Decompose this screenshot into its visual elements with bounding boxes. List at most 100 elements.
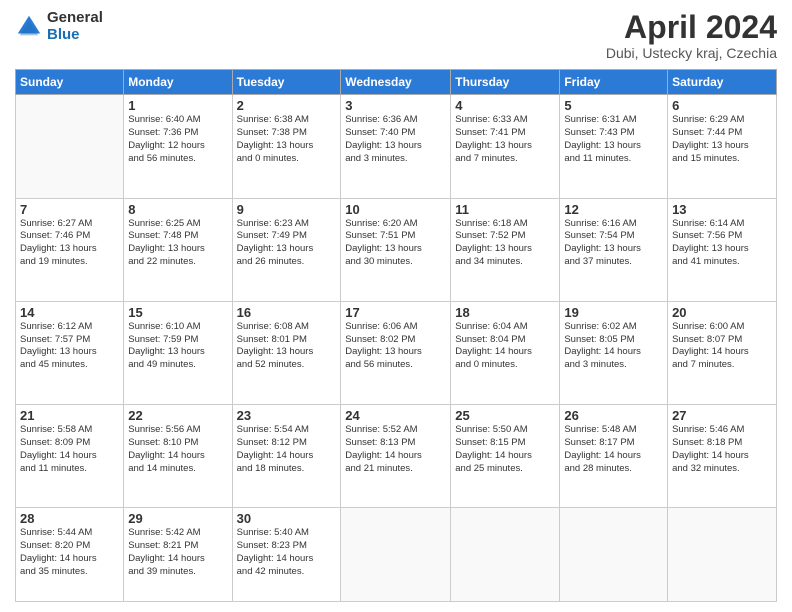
day-info: Sunrise: 5:54 AM Sunset: 8:12 PM Dayligh… <box>237 424 337 475</box>
calendar-cell: 5Sunrise: 6:31 AM Sunset: 7:43 PM Daylig… <box>560 95 668 198</box>
day-info: Sunrise: 6:23 AM Sunset: 7:49 PM Dayligh… <box>237 218 337 269</box>
day-info: Sunrise: 5:42 AM Sunset: 8:21 PM Dayligh… <box>128 527 227 578</box>
day-number: 10 <box>345 202 446 217</box>
day-number: 16 <box>237 305 337 320</box>
day-number: 4 <box>455 98 555 113</box>
day-number: 29 <box>128 511 227 526</box>
calendar-cell: 27Sunrise: 5:46 AM Sunset: 8:18 PM Dayli… <box>668 405 777 508</box>
day-number: 5 <box>564 98 663 113</box>
calendar-cell: 1Sunrise: 6:40 AM Sunset: 7:36 PM Daylig… <box>124 95 232 198</box>
calendar-cell: 6Sunrise: 6:29 AM Sunset: 7:44 PM Daylig… <box>668 95 777 198</box>
calendar-cell <box>16 95 124 198</box>
calendar-cell: 29Sunrise: 5:42 AM Sunset: 8:21 PM Dayli… <box>124 508 232 602</box>
day-number: 20 <box>672 305 772 320</box>
day-info: Sunrise: 6:04 AM Sunset: 8:04 PM Dayligh… <box>455 321 555 372</box>
logo-blue-text: Blue <box>47 27 103 44</box>
day-info: Sunrise: 6:14 AM Sunset: 7:56 PM Dayligh… <box>672 218 772 269</box>
calendar-cell: 4Sunrise: 6:33 AM Sunset: 7:41 PM Daylig… <box>451 95 560 198</box>
day-number: 19 <box>564 305 663 320</box>
calendar-cell: 2Sunrise: 6:38 AM Sunset: 7:38 PM Daylig… <box>232 95 341 198</box>
page: General Blue April 2024 Dubi, Ustecky kr… <box>0 0 792 612</box>
day-info: Sunrise: 5:48 AM Sunset: 8:17 PM Dayligh… <box>564 424 663 475</box>
header: General Blue April 2024 Dubi, Ustecky kr… <box>15 10 777 61</box>
weekday-header: Tuesday <box>232 70 341 95</box>
calendar-cell: 7Sunrise: 6:27 AM Sunset: 7:46 PM Daylig… <box>16 198 124 301</box>
day-number: 22 <box>128 408 227 423</box>
calendar-week-row: 28Sunrise: 5:44 AM Sunset: 8:20 PM Dayli… <box>16 508 777 602</box>
logo-text: General Blue <box>47 10 103 43</box>
day-info: Sunrise: 5:58 AM Sunset: 8:09 PM Dayligh… <box>20 424 119 475</box>
day-info: Sunrise: 6:10 AM Sunset: 7:59 PM Dayligh… <box>128 321 227 372</box>
day-number: 13 <box>672 202 772 217</box>
calendar-cell: 17Sunrise: 6:06 AM Sunset: 8:02 PM Dayli… <box>341 301 451 404</box>
calendar-cell: 9Sunrise: 6:23 AM Sunset: 7:49 PM Daylig… <box>232 198 341 301</box>
day-info: Sunrise: 6:12 AM Sunset: 7:57 PM Dayligh… <box>20 321 119 372</box>
calendar-cell: 11Sunrise: 6:18 AM Sunset: 7:52 PM Dayli… <box>451 198 560 301</box>
day-number: 15 <box>128 305 227 320</box>
day-info: Sunrise: 5:44 AM Sunset: 8:20 PM Dayligh… <box>20 527 119 578</box>
month-title: April 2024 <box>606 10 777 45</box>
day-info: Sunrise: 6:25 AM Sunset: 7:48 PM Dayligh… <box>128 218 227 269</box>
day-number: 11 <box>455 202 555 217</box>
location-subtitle: Dubi, Ustecky kraj, Czechia <box>606 45 777 61</box>
day-number: 7 <box>20 202 119 217</box>
day-number: 26 <box>564 408 663 423</box>
day-info: Sunrise: 6:08 AM Sunset: 8:01 PM Dayligh… <box>237 321 337 372</box>
calendar-cell: 8Sunrise: 6:25 AM Sunset: 7:48 PM Daylig… <box>124 198 232 301</box>
weekday-header: Wednesday <box>341 70 451 95</box>
day-info: Sunrise: 5:50 AM Sunset: 8:15 PM Dayligh… <box>455 424 555 475</box>
calendar-cell: 18Sunrise: 6:04 AM Sunset: 8:04 PM Dayli… <box>451 301 560 404</box>
day-number: 23 <box>237 408 337 423</box>
day-number: 3 <box>345 98 446 113</box>
calendar-cell: 26Sunrise: 5:48 AM Sunset: 8:17 PM Dayli… <box>560 405 668 508</box>
logo-general-text: General <box>47 10 103 27</box>
calendar-cell: 13Sunrise: 6:14 AM Sunset: 7:56 PM Dayli… <box>668 198 777 301</box>
day-info: Sunrise: 6:38 AM Sunset: 7:38 PM Dayligh… <box>237 114 337 165</box>
calendar-cell: 3Sunrise: 6:36 AM Sunset: 7:40 PM Daylig… <box>341 95 451 198</box>
calendar-table: SundayMondayTuesdayWednesdayThursdayFrid… <box>15 69 777 602</box>
day-number: 28 <box>20 511 119 526</box>
day-number: 27 <box>672 408 772 423</box>
day-info: Sunrise: 6:36 AM Sunset: 7:40 PM Dayligh… <box>345 114 446 165</box>
calendar-cell <box>668 508 777 602</box>
day-number: 2 <box>237 98 337 113</box>
calendar-cell: 10Sunrise: 6:20 AM Sunset: 7:51 PM Dayli… <box>341 198 451 301</box>
day-number: 1 <box>128 98 227 113</box>
calendar-cell: 12Sunrise: 6:16 AM Sunset: 7:54 PM Dayli… <box>560 198 668 301</box>
day-info: Sunrise: 6:00 AM Sunset: 8:07 PM Dayligh… <box>672 321 772 372</box>
day-number: 24 <box>345 408 446 423</box>
weekday-header: Monday <box>124 70 232 95</box>
day-info: Sunrise: 6:18 AM Sunset: 7:52 PM Dayligh… <box>455 218 555 269</box>
calendar-cell: 23Sunrise: 5:54 AM Sunset: 8:12 PM Dayli… <box>232 405 341 508</box>
calendar-cell <box>451 508 560 602</box>
day-number: 9 <box>237 202 337 217</box>
calendar-week-row: 21Sunrise: 5:58 AM Sunset: 8:09 PM Dayli… <box>16 405 777 508</box>
day-info: Sunrise: 6:33 AM Sunset: 7:41 PM Dayligh… <box>455 114 555 165</box>
calendar-cell: 16Sunrise: 6:08 AM Sunset: 8:01 PM Dayli… <box>232 301 341 404</box>
calendar-cell: 19Sunrise: 6:02 AM Sunset: 8:05 PM Dayli… <box>560 301 668 404</box>
calendar-cell: 22Sunrise: 5:56 AM Sunset: 8:10 PM Dayli… <box>124 405 232 508</box>
day-number: 25 <box>455 408 555 423</box>
calendar-week-row: 1Sunrise: 6:40 AM Sunset: 7:36 PM Daylig… <box>16 95 777 198</box>
day-info: Sunrise: 5:46 AM Sunset: 8:18 PM Dayligh… <box>672 424 772 475</box>
calendar-cell: 24Sunrise: 5:52 AM Sunset: 8:13 PM Dayli… <box>341 405 451 508</box>
calendar-cell: 25Sunrise: 5:50 AM Sunset: 8:15 PM Dayli… <box>451 405 560 508</box>
day-number: 17 <box>345 305 446 320</box>
day-number: 21 <box>20 408 119 423</box>
calendar-cell: 28Sunrise: 5:44 AM Sunset: 8:20 PM Dayli… <box>16 508 124 602</box>
day-info: Sunrise: 6:27 AM Sunset: 7:46 PM Dayligh… <box>20 218 119 269</box>
day-number: 14 <box>20 305 119 320</box>
calendar-cell: 30Sunrise: 5:40 AM Sunset: 8:23 PM Dayli… <box>232 508 341 602</box>
weekday-header: Saturday <box>668 70 777 95</box>
calendar-cell: 14Sunrise: 6:12 AM Sunset: 7:57 PM Dayli… <box>16 301 124 404</box>
calendar-week-row: 7Sunrise: 6:27 AM Sunset: 7:46 PM Daylig… <box>16 198 777 301</box>
day-info: Sunrise: 6:31 AM Sunset: 7:43 PM Dayligh… <box>564 114 663 165</box>
title-block: April 2024 Dubi, Ustecky kraj, Czechia <box>606 10 777 61</box>
logo-icon <box>15 13 43 41</box>
day-number: 6 <box>672 98 772 113</box>
logo: General Blue <box>15 10 103 43</box>
calendar-cell <box>341 508 451 602</box>
day-number: 18 <box>455 305 555 320</box>
weekday-header: Friday <box>560 70 668 95</box>
weekday-header: Sunday <box>16 70 124 95</box>
